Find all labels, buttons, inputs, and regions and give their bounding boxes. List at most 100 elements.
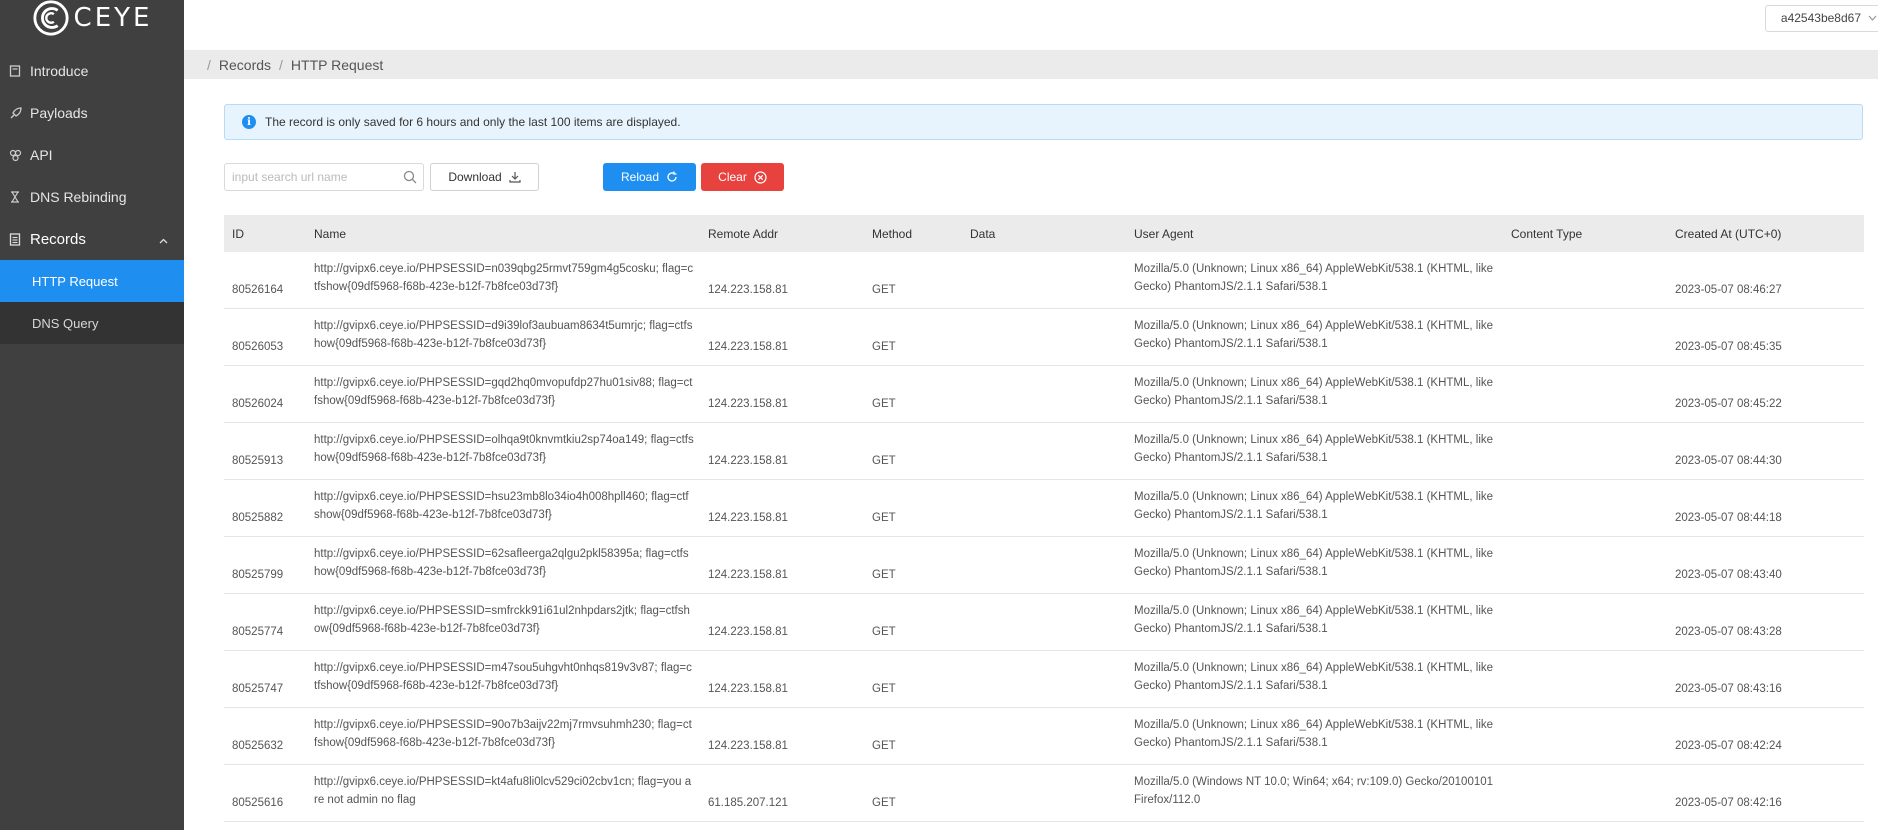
logo[interactable]: CEYE xyxy=(0,0,184,42)
cell-user-agent: Mozilla/5.0 (Unknown; Linux x86_64) Appl… xyxy=(1134,718,1494,749)
chevron-down-icon xyxy=(1868,6,1877,41)
column-header-name[interactable]: Name xyxy=(306,227,700,241)
search-input[interactable] xyxy=(225,164,395,190)
sidebar-group-label: Records xyxy=(30,230,86,248)
sidebar-item-api[interactable]: API xyxy=(0,134,184,176)
cell-id: 80525799 xyxy=(232,569,284,581)
breadcrumb-item-http-request: HTTP Request xyxy=(290,56,384,73)
cell-created-at: 2023-05-07 08:43:28 xyxy=(1675,626,1782,638)
cell-id: 80525913 xyxy=(232,455,284,467)
table-row[interactable]: 80526053 http://gvipx6.ceye.io/PHPSESSID=… xyxy=(224,309,1864,366)
column-header-data[interactable]: Data xyxy=(962,227,1126,241)
table-row[interactable]: 80525632 http://gvipx6.ceye.io/PHPSESSID=… xyxy=(224,708,1864,765)
column-header-id[interactable]: ID xyxy=(224,227,306,241)
cell-user-agent: Mozilla/5.0 (Unknown; Linux x86_64) Appl… xyxy=(1134,661,1494,692)
cell-user-agent: Mozilla/5.0 (Unknown; Linux x86_64) Appl… xyxy=(1134,547,1494,578)
table-row[interactable]: 80525616 http://gvipx6.ceye.io/PHPSESSID=… xyxy=(224,765,1864,822)
cell-name: http://gvipx6.ceye.io/PHPSESSID=smfrckk9… xyxy=(314,604,690,635)
cell-created-at: 2023-05-07 08:44:30 xyxy=(1675,455,1782,467)
cell-user-agent: Mozilla/5.0 (Unknown; Linux x86_64) Appl… xyxy=(1134,376,1494,407)
cell-remote-addr: 124.223.158.81 xyxy=(708,455,788,467)
cell-method: GET xyxy=(872,683,896,695)
cell-id: 80525882 xyxy=(232,512,284,524)
column-header-content-type[interactable]: Content Type xyxy=(1503,227,1667,241)
sidebar-item-dns-query[interactable]: DNS Query xyxy=(0,302,184,344)
table-row[interactable]: 80525747 http://gvipx6.ceye.io/PHPSESSID=… xyxy=(224,651,1864,708)
cell-method: GET xyxy=(872,284,896,296)
breadcrumb-item-records[interactable]: Records xyxy=(219,57,271,73)
cell-name: http://gvipx6.ceye.io/PHPSESSID=hsu23mb8… xyxy=(314,490,689,521)
column-header-remote-addr[interactable]: Remote Addr xyxy=(700,227,864,241)
table-row[interactable]: 80526164 http://gvipx6.ceye.io/PHPSESSID=… xyxy=(224,252,1864,309)
breadcrumb: / Records / HTTP Request xyxy=(184,50,1878,79)
reload-button-label: Reload xyxy=(620,170,660,184)
table-row[interactable]: 80525774 http://gvipx6.ceye.io/PHPSESSID=… xyxy=(224,594,1864,651)
clear-button[interactable]: Clear xyxy=(701,163,784,191)
cell-user-agent: Mozilla/5.0 (Unknown; Linux x86_64) Appl… xyxy=(1134,490,1494,521)
cell-remote-addr: 124.223.158.81 xyxy=(708,683,788,695)
cell-remote-addr: 124.223.158.81 xyxy=(708,569,788,581)
sidebar-group-records[interactable]: Records xyxy=(0,218,184,260)
column-header-created-at[interactable]: Created At (UTC+0) xyxy=(1667,227,1864,241)
sidebar-item-http-request[interactable]: HTTP Request xyxy=(0,260,184,302)
cell-user-agent: Mozilla/5.0 (Unknown; Linux x86_64) Appl… xyxy=(1134,433,1494,464)
cell-remote-addr: 124.223.158.81 xyxy=(708,284,788,296)
cell-name: http://gvipx6.ceye.io/PHPSESSID=62saflee… xyxy=(314,547,689,578)
user-dropdown[interactable]: a42543be8d67 xyxy=(1764,5,1878,32)
info-icon: i xyxy=(242,115,256,129)
cell-user-agent: Mozilla/5.0 (Windows NT 10.0; Win64; x64… xyxy=(1134,775,1494,806)
breadcrumb-separator: / xyxy=(279,56,283,73)
sidebar-item-dns-rebinding[interactable]: DNS Rebinding xyxy=(0,176,184,218)
column-header-method[interactable]: Method xyxy=(864,227,962,241)
cell-method: GET xyxy=(872,398,896,410)
records-icon xyxy=(8,232,22,246)
table-body: 80526164 http://gvipx6.ceye.io/PHPSESSID=… xyxy=(224,252,1864,822)
sidebar-submenu-records: HTTP Request DNS Query xyxy=(0,260,184,344)
sidebar-item-label: Introduce xyxy=(30,63,89,79)
download-button-label: Download xyxy=(448,170,502,184)
sidebar-item-payloads[interactable]: Payloads xyxy=(0,92,184,134)
download-button[interactable]: Download xyxy=(430,163,539,191)
sidebar-item-introduce[interactable]: Introduce xyxy=(0,50,184,92)
search-icon[interactable] xyxy=(403,170,417,184)
cell-remote-addr: 124.223.158.81 xyxy=(708,512,788,524)
top-bar: a42543be8d67 xyxy=(184,0,1878,50)
cell-id: 80526164 xyxy=(232,284,284,296)
reload-button[interactable]: Reload xyxy=(603,163,696,191)
clear-button-label: Clear xyxy=(718,170,747,184)
api-icon xyxy=(8,148,22,162)
cell-method: GET xyxy=(872,455,896,467)
user-dropdown-value: a42543be8d67 xyxy=(1780,11,1861,25)
cell-id: 80526053 xyxy=(232,341,284,353)
book-icon xyxy=(8,64,22,78)
cell-method: GET xyxy=(872,512,896,524)
brand-name: CEYE xyxy=(73,3,153,33)
rocket-icon xyxy=(8,106,22,120)
cell-method: GET xyxy=(872,797,896,809)
cell-remote-addr: 124.223.158.81 xyxy=(708,626,788,638)
cell-id: 80526024 xyxy=(232,398,284,410)
breadcrumb-separator: / xyxy=(207,56,211,73)
cell-created-at: 2023-05-07 08:46:27 xyxy=(1675,284,1782,296)
close-circle-icon xyxy=(754,170,767,184)
cell-user-agent: Mozilla/5.0 (Unknown; Linux x86_64) Appl… xyxy=(1134,262,1494,293)
sidebar-nav: Introduce Payloads API DNS Rebinding Rec… xyxy=(0,50,184,344)
cell-method: GET xyxy=(872,569,896,581)
table-row[interactable]: 80525799 http://gvipx6.ceye.io/PHPSESSID=… xyxy=(224,537,1864,594)
search-box xyxy=(224,163,424,191)
cell-id: 80525632 xyxy=(232,740,284,752)
table-row[interactable]: 80525913 http://gvipx6.ceye.io/PHPSESSID=… xyxy=(224,423,1864,480)
table-row[interactable]: 80526024 http://gvipx6.ceye.io/PHPSESSID=… xyxy=(224,366,1864,423)
cell-created-at: 2023-05-07 08:44:18 xyxy=(1675,512,1782,524)
cell-remote-addr: 124.223.158.81 xyxy=(708,740,788,752)
table-row[interactable]: 80525882 http://gvipx6.ceye.io/PHPSESSID=… xyxy=(224,480,1864,537)
cell-created-at: 2023-05-07 08:45:22 xyxy=(1675,398,1782,410)
records-table: ID Name Remote Addr Method Data User Age… xyxy=(224,215,1864,822)
download-icon xyxy=(509,172,521,183)
cell-created-at: 2023-05-07 08:42:24 xyxy=(1675,740,1782,752)
ceye-logo-icon xyxy=(32,0,69,36)
cell-name: http://gvipx6.ceye.io/PHPSESSID=90o7b3ai… xyxy=(314,718,692,749)
column-header-user-agent[interactable]: User Agent xyxy=(1126,227,1503,241)
cell-id: 80525774 xyxy=(232,626,284,638)
cell-remote-addr: 124.223.158.81 xyxy=(708,398,788,410)
